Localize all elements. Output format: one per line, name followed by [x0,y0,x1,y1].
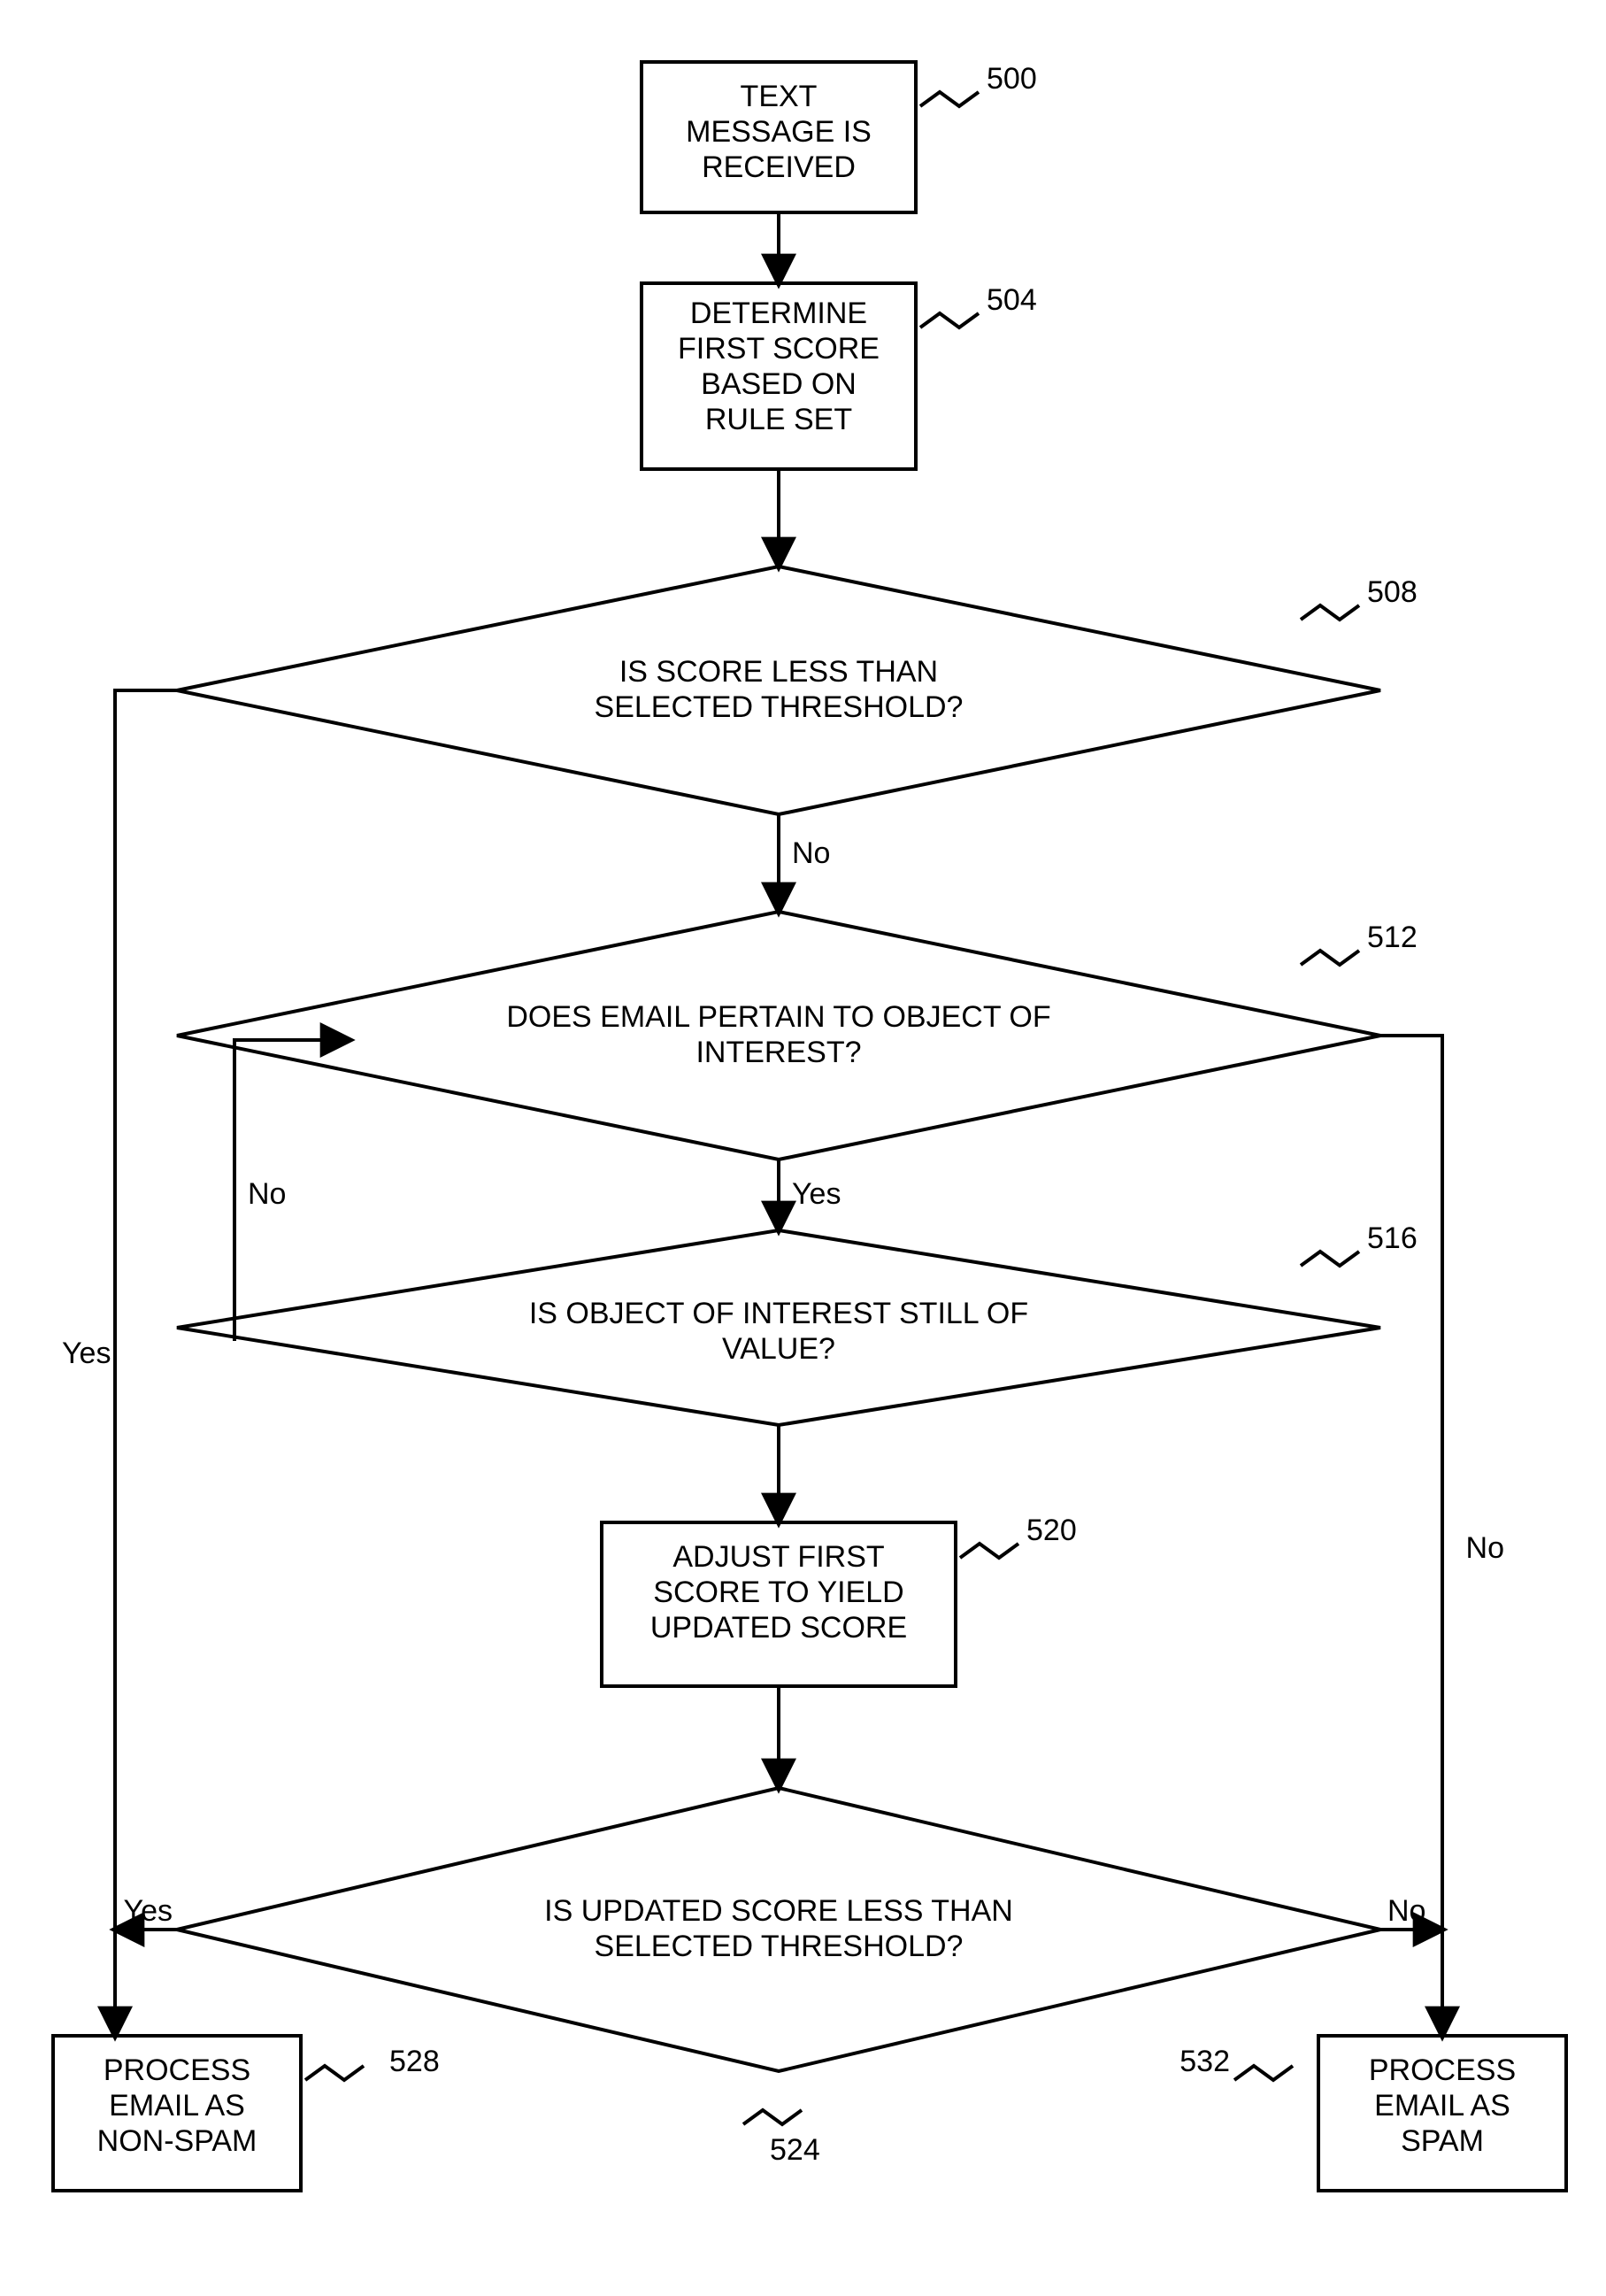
svg-text:524: 524 [770,2133,820,2167]
ref-516: 516 [1301,1221,1418,1266]
edge-508-528-yes [115,690,177,2036]
ref-532: 532 [1180,2045,1293,2080]
svg-text:508: 508 [1367,575,1418,609]
box-532-l3: SPAM [1401,2124,1484,2158]
d508-l2: SELECTED THRESHOLD? [595,690,964,724]
ref-524: 524 [743,2110,820,2167]
svg-text:528: 528 [389,2045,440,2078]
box-504-l4: RULE SET [705,403,852,436]
ref-512: 512 [1301,921,1418,965]
box-532-l1: PROCESS [1369,2053,1516,2087]
box-504: DETERMINE FIRST SCORE BASED ON RULE SET [642,283,916,469]
svg-text:516: 516 [1367,1221,1418,1255]
diamond-524: IS UPDATED SCORE LESS THAN SELECTED THRE… [177,1788,1380,2071]
box-500: TEXT MESSAGE IS RECEIVED [642,62,916,212]
box-528-l1: PROCESS [104,2053,250,2087]
box-500-l2: MESSAGE IS [686,115,872,149]
box-520-l1: ADJUST FIRST [672,1540,884,1574]
svg-text:532: 532 [1180,2045,1230,2078]
ref-500: 500 [920,62,1037,106]
svg-text:500: 500 [987,62,1037,96]
box-532: PROCESS EMAIL AS SPAM [1318,2036,1566,2191]
label-524-yes: Yes [124,1894,173,1928]
diamond-516: IS OBJECT OF INTEREST STILL OF VALUE? [177,1230,1380,1425]
box-532-l2: EMAIL AS [1374,2089,1510,2123]
label-512-yes: Yes [792,1177,841,1211]
d512-l2: INTEREST? [695,1036,861,1069]
diamond-512: DOES EMAIL PERTAIN TO OBJECT OF INTEREST… [177,912,1380,1160]
ref-520: 520 [960,1514,1077,1558]
box-520-l3: UPDATED SCORE [650,1611,907,1645]
box-504-l3: BASED ON [701,367,857,401]
box-528: PROCESS EMAIL AS NON-SPAM [53,2036,301,2191]
svg-text:520: 520 [1026,1514,1077,1547]
label-508-yes: Yes [62,1337,111,1370]
d512-l1: DOES EMAIL PERTAIN TO OBJECT OF [506,1000,1050,1034]
ref-504: 504 [920,283,1037,327]
label-508-no: No [792,836,830,870]
svg-text:504: 504 [987,283,1037,317]
d524-l1: IS UPDATED SCORE LESS THAN [544,1894,1013,1928]
svg-text:512: 512 [1367,921,1418,954]
box-500-l3: RECEIVED [702,150,856,184]
edge-512-532-no [1380,1036,1442,2036]
diamond-508: IS SCORE LESS THAN SELECTED THRESHOLD? [177,566,1380,814]
d516-l1: IS OBJECT OF INTEREST STILL OF [529,1297,1028,1330]
ref-528: 528 [305,2045,440,2080]
box-500-l1: TEXT [741,80,818,113]
label-516-no: No [248,1177,286,1211]
box-504-l1: DETERMINE [690,297,867,330]
box-520: ADJUST FIRST SCORE TO YIELD UPDATED SCOR… [602,1522,956,1686]
label-524-no: No [1387,1894,1425,1928]
label-512-no: No [1466,1531,1504,1565]
d524-l2: SELECTED THRESHOLD? [595,1930,964,1963]
ref-508: 508 [1301,575,1418,620]
d508-l1: IS SCORE LESS THAN [619,655,938,689]
box-528-l3: NON-SPAM [97,2124,257,2158]
box-520-l2: SCORE TO YIELD [653,1576,903,1609]
box-528-l2: EMAIL AS [109,2089,245,2123]
d516-l2: VALUE? [722,1332,835,1366]
flowchart-svg: TEXT MESSAGE IS RECEIVED 500 DETERMINE F… [0,0,1606,2296]
box-504-l2: FIRST SCORE [678,332,880,366]
